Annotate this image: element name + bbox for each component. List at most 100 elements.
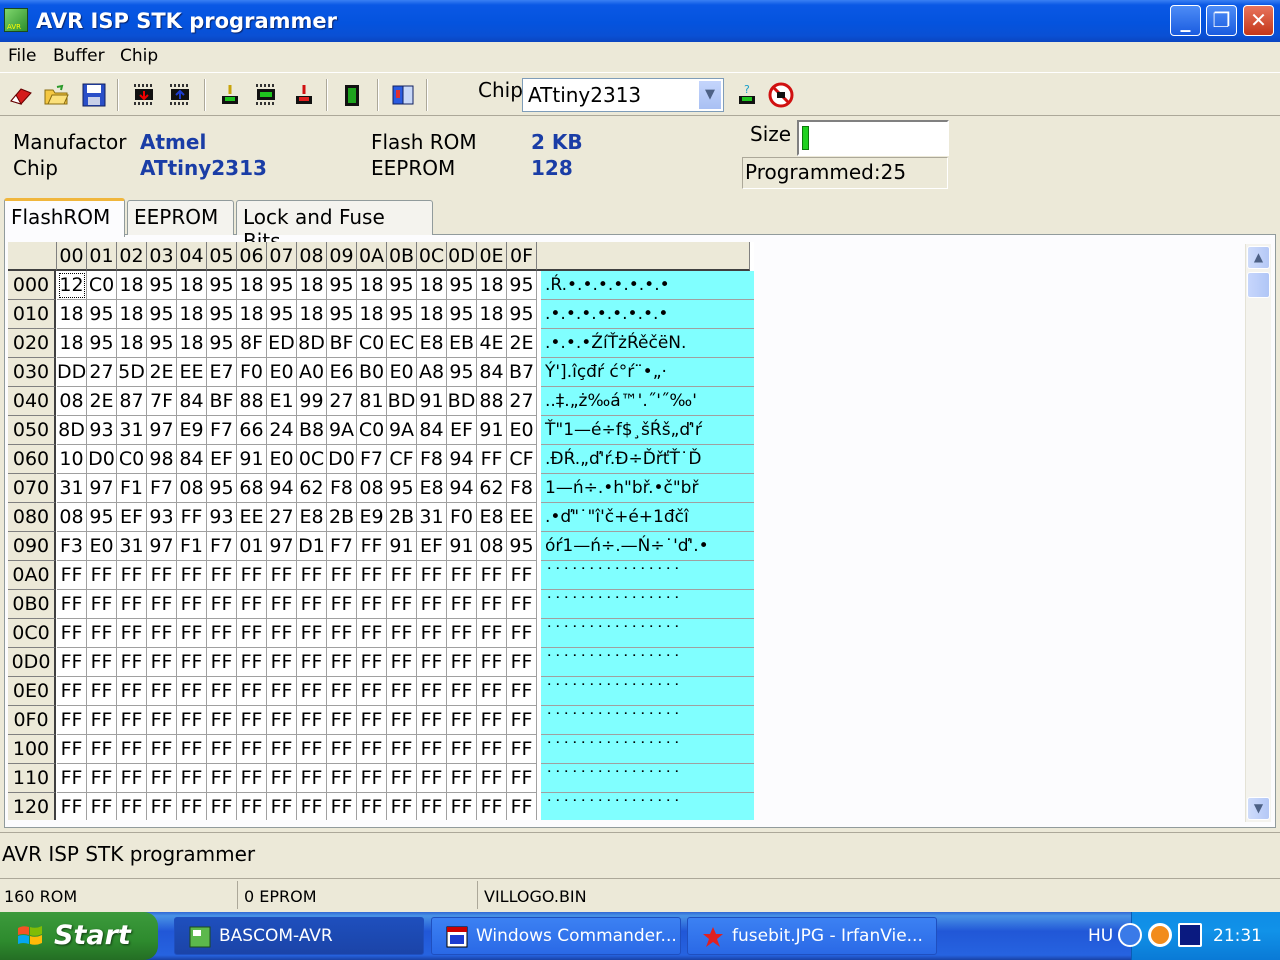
hex-cell[interactable]: 84 xyxy=(477,358,507,387)
hex-cell[interactable]: C0 xyxy=(357,329,387,358)
hex-cell[interactable]: 01 xyxy=(237,532,267,561)
hex-cell[interactable]: B7 xyxy=(507,358,537,387)
hex-cell[interactable]: BF xyxy=(327,329,357,358)
hex-cell[interactable]: FF xyxy=(507,677,537,706)
scroll-thumb[interactable] xyxy=(1247,272,1270,298)
hex-cell[interactable]: 18 xyxy=(357,271,387,300)
hex-cell[interactable]: 18 xyxy=(477,300,507,329)
hex-cell[interactable]: FF xyxy=(417,706,447,735)
hex-cell[interactable]: 18 xyxy=(177,271,207,300)
hex-cell[interactable]: FF xyxy=(417,561,447,590)
ascii-cell[interactable]: ˙˙˙˙˙˙˙˙˙˙˙˙˙˙˙˙ xyxy=(541,764,754,793)
hex-cell[interactable]: 95 xyxy=(387,474,417,503)
hex-cell[interactable]: FF xyxy=(387,735,417,764)
ascii-cell[interactable]: óŕ1—ń÷.—Ń÷˙'ď'.• xyxy=(541,532,754,561)
hex-cell[interactable]: FF xyxy=(147,590,177,619)
hex-cell[interactable]: E0 xyxy=(507,416,537,445)
hex-cell[interactable]: FF xyxy=(387,706,417,735)
ascii-cell[interactable]: ˙˙˙˙˙˙˙˙˙˙˙˙˙˙˙˙ xyxy=(541,590,754,619)
hex-cell[interactable]: 95 xyxy=(147,271,177,300)
hex-cell[interactable]: 8F xyxy=(237,329,267,358)
hex-cell[interactable]: 95 xyxy=(447,300,477,329)
ascii-cell[interactable]: .Ŕ.•.•.•.•.•.•.• xyxy=(541,271,754,300)
hex-cell[interactable]: FF xyxy=(417,648,447,677)
hex-cell[interactable]: FF xyxy=(297,793,327,820)
ascii-cell[interactable]: .•.•.•.•.•.•.•.• xyxy=(541,300,754,329)
hex-cell[interactable]: 18 xyxy=(297,271,327,300)
vertical-scrollbar[interactable]: ▲ ▼ xyxy=(1245,244,1271,822)
hex-cell[interactable]: FF xyxy=(447,706,477,735)
hex-cell[interactable]: FF xyxy=(117,619,147,648)
hex-cell[interactable]: 95 xyxy=(207,300,237,329)
hex-cell[interactable]: 95 xyxy=(507,300,537,329)
ascii-cell[interactable]: ˙˙˙˙˙˙˙˙˙˙˙˙˙˙˙˙ xyxy=(541,619,754,648)
hex-cell[interactable]: 18 xyxy=(297,300,327,329)
hex-cell[interactable]: 97 xyxy=(87,474,117,503)
ascii-cell[interactable]: .ĐŔ.„ď'ŕ.Đ÷ĎřťŤ˙Ď xyxy=(541,445,754,474)
ascii-cell[interactable]: ˙˙˙˙˙˙˙˙˙˙˙˙˙˙˙˙ xyxy=(541,561,754,590)
hex-cell[interactable]: F3 xyxy=(57,532,87,561)
hex-cell[interactable]: FF xyxy=(57,619,87,648)
hex-cell[interactable]: F1 xyxy=(117,474,147,503)
hex-cell[interactable]: FF xyxy=(57,793,87,820)
hex-cell[interactable]: 81 xyxy=(357,387,387,416)
hex-cell[interactable]: 95 xyxy=(87,329,117,358)
hex-cell[interactable]: F0 xyxy=(237,358,267,387)
hex-cell[interactable]: FF xyxy=(87,793,117,820)
hex-cell[interactable]: FF xyxy=(297,764,327,793)
hex-cell[interactable]: BD xyxy=(447,387,477,416)
chip-write-icon[interactable] xyxy=(166,81,194,109)
chevron-down-icon[interactable]: ▼ xyxy=(698,80,722,110)
task-windows-commander[interactable]: Windows Commander... xyxy=(431,917,681,955)
ascii-cell[interactable]: .•ď"˙"î'č+é+1đčî xyxy=(541,503,754,532)
hex-cell[interactable]: 12 xyxy=(57,271,87,300)
hex-cell[interactable]: 91 xyxy=(237,445,267,474)
hex-cell[interactable]: CF xyxy=(507,445,537,474)
hex-cell[interactable]: FF xyxy=(147,764,177,793)
hex-cell[interactable]: FF xyxy=(177,561,207,590)
hex-cell[interactable]: FF xyxy=(417,793,447,820)
hex-cell[interactable]: FF xyxy=(327,648,357,677)
hex-cell[interactable]: 31 xyxy=(117,532,147,561)
hex-cell[interactable]: FF xyxy=(477,561,507,590)
hex-cell[interactable]: FF xyxy=(357,648,387,677)
hex-cell[interactable]: FF xyxy=(387,793,417,820)
hex-cell[interactable]: DD xyxy=(57,358,87,387)
hex-cell[interactable]: 4E xyxy=(477,329,507,358)
hex-cell[interactable]: 91 xyxy=(447,532,477,561)
ascii-cell[interactable]: Ť"1—é÷f$¸šŔš„ď'ŕ xyxy=(541,416,754,445)
hex-cell[interactable]: FF xyxy=(177,793,207,820)
menu-buffer[interactable]: Buffer xyxy=(53,46,105,66)
hex-cell[interactable]: F7 xyxy=(207,532,237,561)
menu-file[interactable]: File xyxy=(8,46,36,66)
hex-cell[interactable]: 31 xyxy=(57,474,87,503)
hex-cell[interactable]: 2B xyxy=(327,503,357,532)
hex-cell[interactable]: FF xyxy=(87,706,117,735)
hex-cell[interactable]: 68 xyxy=(237,474,267,503)
hex-cell[interactable]: FF xyxy=(297,706,327,735)
hex-cell[interactable]: 27 xyxy=(507,387,537,416)
hex-cell[interactable]: E0 xyxy=(267,358,297,387)
hex-cell[interactable]: 95 xyxy=(267,271,297,300)
hex-cell[interactable]: 93 xyxy=(147,503,177,532)
hex-cell[interactable]: E0 xyxy=(387,358,417,387)
hex-cell[interactable]: FF xyxy=(357,619,387,648)
hex-cell[interactable]: FF xyxy=(147,648,177,677)
hex-cell[interactable]: FF xyxy=(237,590,267,619)
hex-cell[interactable]: FF xyxy=(177,735,207,764)
hex-cell[interactable]: 95 xyxy=(207,474,237,503)
menu-chip[interactable]: Chip xyxy=(120,46,158,66)
hex-cell[interactable]: F7 xyxy=(357,445,387,474)
hex-cell[interactable]: FF xyxy=(507,706,537,735)
hex-cell[interactable]: FF xyxy=(267,590,297,619)
ascii-cell[interactable]: Ý'].îçđŕ ć°ŕ¨•„· xyxy=(541,358,754,387)
hex-cell[interactable]: FF xyxy=(147,735,177,764)
hex-cell[interactable]: EF xyxy=(417,532,447,561)
hex-cell[interactable]: 91 xyxy=(387,532,417,561)
hex-cell[interactable]: EB xyxy=(447,329,477,358)
hex-cell[interactable]: 95 xyxy=(267,300,297,329)
hex-cell[interactable]: 95 xyxy=(207,329,237,358)
hex-cell[interactable]: 31 xyxy=(117,416,147,445)
hex-cell[interactable]: CF xyxy=(387,445,417,474)
hex-cell[interactable]: 18 xyxy=(417,300,447,329)
